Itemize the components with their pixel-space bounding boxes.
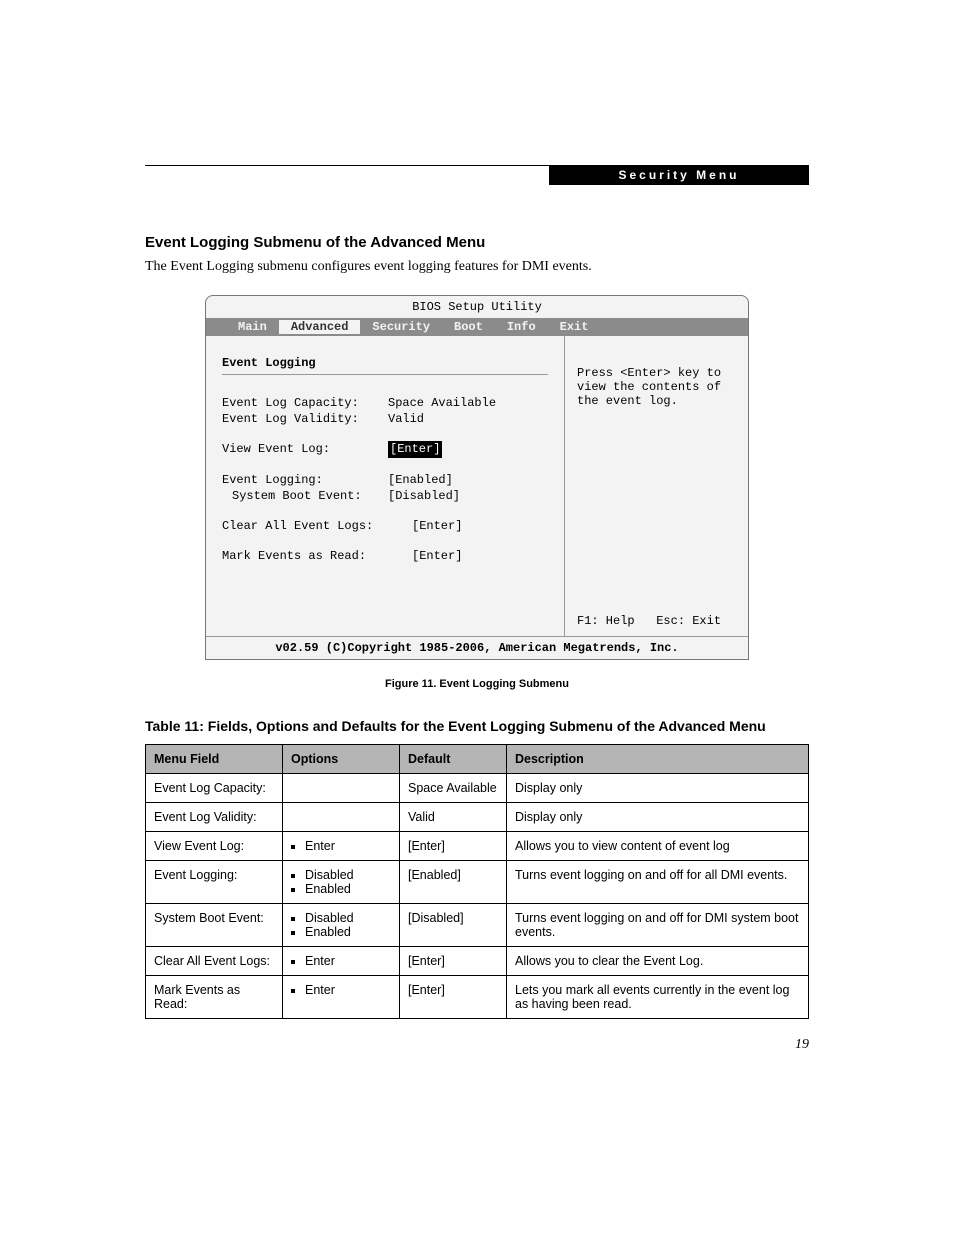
bios-copyright: v02.59 (C)Copyright 1985-2006, American … (206, 636, 748, 659)
cell-default: [Disabled] (400, 904, 507, 947)
table-row: View Event Log: Enter [Enter]Allows you to… (146, 832, 809, 861)
cell-menu-field: View Event Log: (146, 832, 283, 861)
bios-help-panel: Press <Enter> key to view the contents o… (564, 336, 748, 636)
cell-description: Turns event logging on and off for DMI s… (507, 904, 809, 947)
th-options: Options (283, 745, 400, 774)
bios-row-view[interactable]: View Event Log: [Enter] (222, 441, 548, 457)
bios-row-sysboot[interactable]: System Boot Event: [Disabled] (222, 488, 548, 504)
cell-menu-field: Event Log Capacity: (146, 774, 283, 803)
bios-view-value[interactable]: [Enter] (388, 441, 442, 457)
cell-default: Valid (400, 803, 507, 832)
table-title: Table 11: Fields, Options and Defaults f… (145, 718, 809, 734)
th-menu-field: Menu Field (146, 745, 283, 774)
cell-options: DisabledEnabled (283, 904, 400, 947)
cell-menu-field: Clear All Event Logs: (146, 947, 283, 976)
figure-caption: Figure 11. Event Logging Submenu (145, 678, 809, 690)
bios-help-line1: Press <Enter> key to (577, 366, 736, 380)
cell-description: Lets you mark all events currently in th… (507, 976, 809, 1019)
bios-sysboot-value[interactable]: [Disabled] (388, 488, 460, 504)
fields-table: Menu Field Options Default Description E… (145, 744, 809, 1019)
cell-menu-field: Event Logging: (146, 861, 283, 904)
table-header-row: Menu Field Options Default Description (146, 745, 809, 774)
bios-tab-advanced[interactable]: Advanced (279, 320, 361, 334)
cell-menu-field: Event Log Validity: (146, 803, 283, 832)
cell-default: [Enter] (400, 832, 507, 861)
bios-row-logging[interactable]: Event Logging: [Enabled] (222, 472, 548, 488)
header-tag: Security Menu (549, 165, 809, 185)
bios-help-text: Press <Enter> key to view the contents o… (577, 366, 736, 408)
option-item: Enter (305, 954, 391, 968)
cell-menu-field: System Boot Event: (146, 904, 283, 947)
cell-options (283, 774, 400, 803)
bios-left-panel: Event Logging Event Log Capacity: Space … (206, 336, 564, 636)
table-row: Event Log Validity: ValidDisplay only (146, 803, 809, 832)
cell-options: Enter (283, 976, 400, 1019)
table-row: System Boot Event:DisabledEnabled[Disabl… (146, 904, 809, 947)
table-row: Clear All Event Logs: Enter [Enter]Allows … (146, 947, 809, 976)
bios-tab-main[interactable]: Main (226, 320, 279, 334)
bios-help-line2: view the contents of (577, 380, 736, 394)
option-item: Disabled (305, 868, 391, 882)
bios-sysboot-label: System Boot Event: (222, 488, 388, 504)
option-item: Enter (305, 839, 391, 853)
page-header: Security Menu (145, 165, 809, 186)
bios-logging-value[interactable]: [Enabled] (388, 472, 453, 488)
bios-row-clear[interactable]: Clear All Event Logs: [Enter] (222, 518, 548, 534)
cell-default: [Enabled] (400, 861, 507, 904)
bios-setup-utility: BIOS Setup Utility Main Advanced Securit… (205, 295, 749, 660)
table-row: Mark Events as Read: Enter [Enter]Lets you… (146, 976, 809, 1019)
cell-menu-field: Mark Events as Read: (146, 976, 283, 1019)
bios-validity-value: Valid (388, 411, 424, 427)
bios-capacity-label: Event Log Capacity: (222, 395, 388, 411)
bios-clear-label: Clear All Event Logs: (222, 518, 412, 534)
option-item: Disabled (305, 911, 391, 925)
cell-description: Allows you to clear the Event Log. (507, 947, 809, 976)
cell-options: Enter (283, 947, 400, 976)
bios-tab-exit[interactable]: Exit (548, 320, 601, 334)
cell-default: [Enter] (400, 947, 507, 976)
bios-title: BIOS Setup Utility (206, 296, 748, 318)
option-item: Enabled (305, 925, 391, 939)
bios-tab-boot[interactable]: Boot (442, 320, 495, 334)
section-intro: The Event Logging submenu configures eve… (145, 259, 809, 275)
cell-description: Allows you to view content of event log (507, 832, 809, 861)
bios-clear-value[interactable]: [Enter] (412, 518, 462, 534)
bios-tab-security[interactable]: Security (360, 320, 442, 334)
table-row: Event Log Capacity: Space AvailableDispla… (146, 774, 809, 803)
cell-options: DisabledEnabled (283, 861, 400, 904)
bios-mark-value[interactable]: [Enter] (412, 548, 462, 564)
bios-capacity-value: Space Available (388, 395, 496, 411)
bios-key-hints: F1: Help Esc: Exit (577, 614, 736, 628)
bios-row-mark[interactable]: Mark Events as Read: [Enter] (222, 548, 548, 564)
bios-mark-label: Mark Events as Read: (222, 548, 412, 564)
bios-row-validity: Event Log Validity: Valid (222, 411, 548, 427)
cell-default: Space Available (400, 774, 507, 803)
page-number: 19 (145, 1037, 809, 1053)
option-item: Enter (305, 983, 391, 997)
cell-description: Display only (507, 803, 809, 832)
cell-options (283, 803, 400, 832)
bios-validity-label: Event Log Validity: (222, 411, 388, 427)
cell-default: [Enter] (400, 976, 507, 1019)
bios-tab-bar: Main Advanced Security Boot Info Exit (206, 318, 748, 336)
cell-options: Enter (283, 832, 400, 861)
bios-tab-info[interactable]: Info (495, 320, 548, 334)
bios-row-capacity: Event Log Capacity: Space Available (222, 395, 548, 411)
bios-panel-title: Event Logging (222, 356, 548, 375)
bios-view-label: View Event Log: (222, 441, 388, 457)
cell-description: Display only (507, 774, 809, 803)
option-item: Enabled (305, 882, 391, 896)
th-description: Description (507, 745, 809, 774)
table-row: Event Logging:DisabledEnabled[Enabled]Tu… (146, 861, 809, 904)
th-default: Default (400, 745, 507, 774)
bios-help-line3: the event log. (577, 394, 736, 408)
bios-logging-label: Event Logging: (222, 472, 388, 488)
section-title: Event Logging Submenu of the Advanced Me… (145, 234, 809, 251)
cell-description: Turns event logging on and off for all D… (507, 861, 809, 904)
